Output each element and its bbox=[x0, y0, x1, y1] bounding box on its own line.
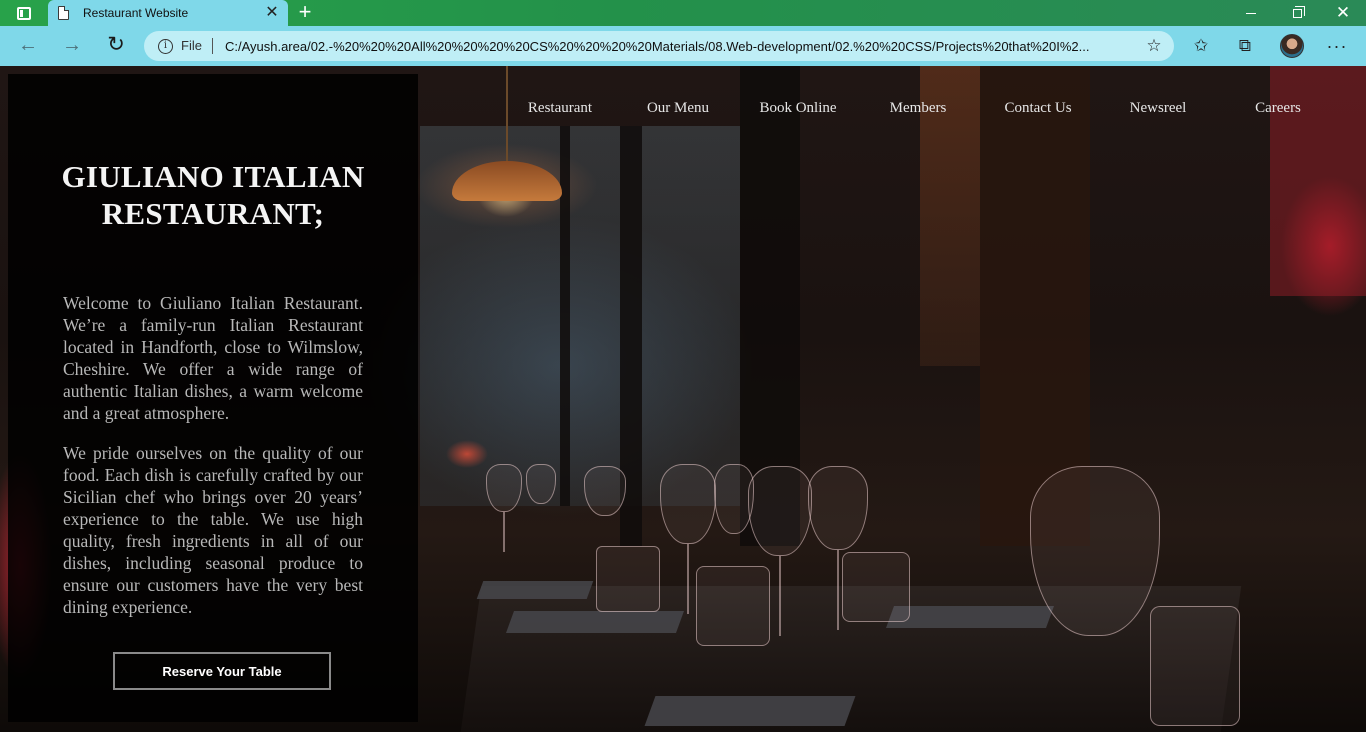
window-controls: ✕ bbox=[1228, 0, 1366, 26]
favorite-star-icon[interactable]: ☆ bbox=[1144, 36, 1164, 56]
napkin bbox=[644, 696, 856, 726]
favorites-icon[interactable]: ✩ bbox=[1188, 34, 1214, 58]
window-icon[interactable] bbox=[4, 0, 44, 26]
address-prefix: File bbox=[181, 38, 213, 54]
napkin bbox=[885, 606, 1055, 628]
reload-icon[interactable]: ↻ bbox=[102, 34, 130, 58]
restaurant-title: GIULIANO ITALIAN RESTAURANT; bbox=[61, 159, 365, 231]
napkin bbox=[476, 581, 594, 599]
water-glass bbox=[1150, 606, 1240, 726]
profile-avatar[interactable] bbox=[1280, 34, 1304, 58]
browser-tab[interactable]: Restaurant Website ✕ bbox=[48, 0, 288, 26]
nav-restaurant[interactable]: Restaurant bbox=[500, 100, 620, 117]
water-glass bbox=[696, 566, 770, 646]
water-glass bbox=[596, 546, 660, 612]
wine-glass bbox=[748, 466, 812, 556]
new-tab-button[interactable]: + bbox=[292, 0, 318, 26]
wine-glass bbox=[808, 466, 868, 550]
glass-stem bbox=[503, 512, 505, 552]
site-nav: Restaurant Our Menu Book Online Members … bbox=[500, 100, 1340, 120]
info-icon[interactable]: i bbox=[158, 38, 173, 54]
page-background: Restaurant Our Menu Book Online Members … bbox=[0, 66, 1366, 732]
window-frame bbox=[560, 126, 570, 506]
tab-title: Restaurant Website bbox=[83, 6, 189, 20]
intro-panel: GIULIANO ITALIAN RESTAURANT; Welcome to … bbox=[8, 74, 418, 722]
forward-icon[interactable]: → bbox=[58, 34, 86, 58]
more-icon[interactable]: ··· bbox=[1324, 34, 1350, 58]
collections-icon[interactable]: ⧉ bbox=[1232, 34, 1258, 58]
close-window-button[interactable]: ✕ bbox=[1320, 0, 1366, 26]
quality-paragraph: We pride ourselves on the quality of our… bbox=[63, 443, 363, 617]
wine-glass bbox=[660, 464, 716, 544]
address-bar[interactable]: i File C:/Ayush.area/02.-%20%20%20All%20… bbox=[144, 31, 1174, 61]
reserve-table-button[interactable]: Reserve Your Table bbox=[113, 652, 331, 690]
napkin bbox=[505, 611, 685, 633]
tab-bar: Restaurant Website ✕ + ✕ bbox=[0, 0, 1366, 26]
glass-stem bbox=[687, 544, 689, 614]
glass-stem bbox=[837, 550, 839, 630]
welcome-paragraph: Welcome to Giuliano Italian Restaurant. … bbox=[63, 293, 363, 423]
nav-contact-us[interactable]: Contact Us bbox=[978, 100, 1098, 117]
back-icon[interactable]: ← bbox=[14, 34, 42, 58]
browser-toolbar: ← → ↻ i File C:/Ayush.area/02.-%20%20%20… bbox=[0, 26, 1366, 66]
minimize-button[interactable] bbox=[1228, 0, 1274, 26]
page-icon bbox=[58, 6, 69, 20]
nav-newsreel[interactable]: Newsreel bbox=[1098, 100, 1218, 117]
nav-careers[interactable]: Careers bbox=[1218, 100, 1338, 117]
nav-book-online[interactable]: Book Online bbox=[738, 100, 858, 117]
nav-members[interactable]: Members bbox=[858, 100, 978, 117]
water-glass bbox=[842, 552, 910, 622]
restore-button[interactable] bbox=[1274, 0, 1320, 26]
url-text[interactable]: C:/Ayush.area/02.-%20%20%20All%20%20%20%… bbox=[225, 39, 1135, 54]
tab-close-icon[interactable]: ✕ bbox=[264, 5, 280, 21]
nav-our-menu[interactable]: Our Menu bbox=[618, 100, 738, 117]
glass-stem bbox=[779, 556, 781, 636]
